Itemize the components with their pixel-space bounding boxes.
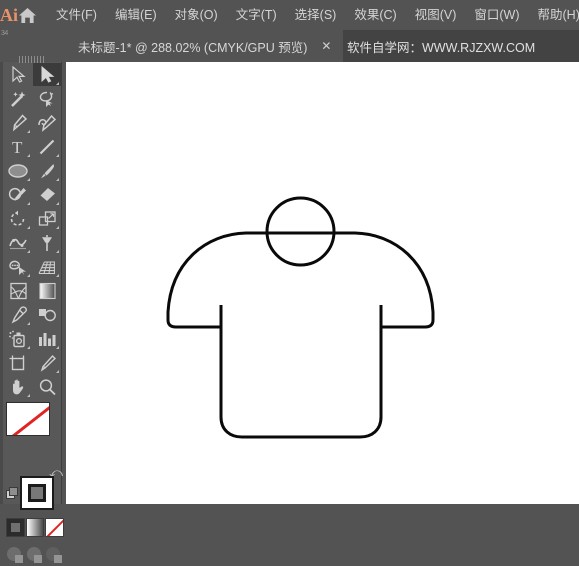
tool-column-graph[interactable] bbox=[33, 327, 61, 350]
screen-mode-fullscreen-icon[interactable] bbox=[45, 546, 63, 564]
paint-mode-color-icon[interactable] bbox=[6, 518, 25, 537]
flyout-indicator-icon bbox=[56, 346, 59, 349]
flyout-indicator-icon bbox=[27, 274, 30, 277]
tool-rotate[interactable] bbox=[4, 207, 32, 230]
tool-mesh[interactable] bbox=[4, 279, 32, 302]
tool-ellipse[interactable] bbox=[4, 159, 32, 182]
illustrator-window: Ai 文件(F) 编辑(E) 对象(O) 文字(T) 选择(S) 效果(C) 视… bbox=[0, 0, 579, 504]
tool-slice[interactable] bbox=[33, 351, 61, 374]
flyout-indicator-icon bbox=[56, 274, 59, 277]
document-tab-bar: 34 未标题-1* @ 288.02% (CMYK/GPU 预览) ✕ 软件自学… bbox=[0, 30, 579, 62]
tool-paintbrush[interactable] bbox=[33, 159, 61, 182]
menu-bar: Ai 文件(F) 编辑(E) 对象(O) 文字(T) 选择(S) 效果(C) 视… bbox=[0, 0, 579, 30]
flyout-indicator-icon bbox=[27, 130, 30, 133]
t-shirt-outline-drawing bbox=[66, 62, 579, 504]
tool-width[interactable] bbox=[4, 231, 32, 254]
tool-pen[interactable] bbox=[4, 111, 32, 134]
menu-view[interactable]: 视图(V) bbox=[406, 0, 466, 30]
tool-gradient[interactable] bbox=[33, 279, 61, 302]
paint-mode-none-icon[interactable] bbox=[45, 518, 64, 537]
home-icon[interactable] bbox=[18, 0, 37, 30]
screen-mode-normal-icon[interactable] bbox=[6, 546, 24, 564]
panel-edge-label: 34 bbox=[1, 30, 8, 38]
fill-stroke-controls: ⤺ bbox=[6, 402, 65, 504]
flyout-indicator-icon bbox=[27, 346, 30, 349]
tool-hand[interactable] bbox=[4, 375, 32, 398]
menu-file[interactable]: 文件(F) bbox=[47, 0, 106, 30]
tools-panel-body: T bbox=[3, 62, 62, 504]
menu-item-list: 文件(F) 编辑(E) 对象(O) 文字(T) 选择(S) 效果(C) 视图(V… bbox=[47, 0, 579, 30]
tool-line-segment[interactable] bbox=[33, 135, 61, 158]
screen-mode-fullscreen-menu-icon[interactable] bbox=[26, 546, 44, 564]
tool-blend[interactable] bbox=[33, 303, 61, 326]
tool-zoom[interactable] bbox=[33, 375, 61, 398]
tool-symbol-sprayer[interactable] bbox=[4, 327, 32, 350]
tool-artboard[interactable] bbox=[4, 351, 32, 374]
stroke-swatch[interactable] bbox=[20, 476, 54, 510]
flyout-indicator-icon bbox=[27, 178, 30, 181]
flyout-indicator-icon bbox=[56, 226, 59, 229]
flyout-indicator-icon bbox=[27, 226, 30, 229]
flyout-indicator-icon bbox=[27, 394, 30, 397]
tool-shape-builder[interactable] bbox=[4, 255, 32, 278]
tool-perspective-grid[interactable] bbox=[33, 255, 61, 278]
menu-type[interactable]: 文字(T) bbox=[227, 0, 286, 30]
flyout-indicator-icon bbox=[27, 202, 30, 205]
flyout-indicator-icon bbox=[27, 322, 30, 325]
flyout-indicator-icon bbox=[27, 250, 30, 253]
tool-magic-wand[interactable] bbox=[4, 87, 32, 110]
default-fill-stroke-icon[interactable] bbox=[6, 487, 19, 500]
tool-selection[interactable] bbox=[4, 63, 32, 86]
svg-text:T: T bbox=[12, 138, 23, 156]
tools-panel: T bbox=[0, 62, 66, 504]
flyout-indicator-icon bbox=[56, 178, 59, 181]
tool-type[interactable]: T bbox=[4, 135, 32, 158]
menu-object[interactable]: 对象(O) bbox=[166, 0, 227, 30]
menu-effect[interactable]: 效果(C) bbox=[345, 0, 405, 30]
tool-curvature-pen[interactable] bbox=[33, 111, 61, 134]
screen-mode-row bbox=[6, 544, 65, 566]
flyout-indicator-icon bbox=[56, 250, 59, 253]
tool-direct-selection[interactable] bbox=[33, 63, 61, 86]
tool-eraser[interactable] bbox=[33, 183, 61, 206]
artboard-canvas[interactable] bbox=[66, 62, 579, 504]
tab-bar-left-stub: 34 bbox=[0, 30, 66, 62]
paint-mode-row bbox=[6, 518, 65, 540]
promo-text: 软件自学网：WWW.RJZXW.COM bbox=[347, 30, 535, 62]
menu-window[interactable]: 窗口(W) bbox=[465, 0, 528, 30]
panel-drag-grip[interactable] bbox=[19, 50, 47, 57]
flyout-indicator-icon bbox=[56, 82, 59, 85]
tool-scale[interactable] bbox=[33, 207, 61, 230]
document-tab[interactable]: 未标题-1* @ 288.02% (CMYK/GPU 预览) ✕ bbox=[66, 30, 343, 62]
menu-help[interactable]: 帮助(H) bbox=[529, 0, 579, 30]
menu-select[interactable]: 选择(S) bbox=[286, 0, 346, 30]
close-icon[interactable]: ✕ bbox=[321, 40, 331, 52]
stroke-swatch-inner bbox=[28, 484, 46, 502]
flyout-indicator-icon bbox=[56, 202, 59, 205]
flyout-indicator-icon bbox=[27, 154, 30, 157]
menu-edit[interactable]: 编辑(E) bbox=[106, 0, 166, 30]
paint-mode-gradient-icon[interactable] bbox=[26, 518, 45, 537]
tool-free-transform[interactable] bbox=[33, 231, 61, 254]
flyout-indicator-icon bbox=[56, 370, 59, 373]
tool-lasso[interactable] bbox=[33, 87, 61, 110]
tool-shaper[interactable] bbox=[4, 183, 32, 206]
tool-eyedropper[interactable] bbox=[4, 303, 32, 326]
app-logo-ai: Ai bbox=[0, 0, 18, 30]
document-tab-title: 未标题-1* @ 288.02% (CMYK/GPU 预览) bbox=[78, 37, 307, 56]
flyout-indicator-icon bbox=[56, 154, 59, 157]
fill-none-swatch-icon[interactable] bbox=[6, 402, 50, 436]
